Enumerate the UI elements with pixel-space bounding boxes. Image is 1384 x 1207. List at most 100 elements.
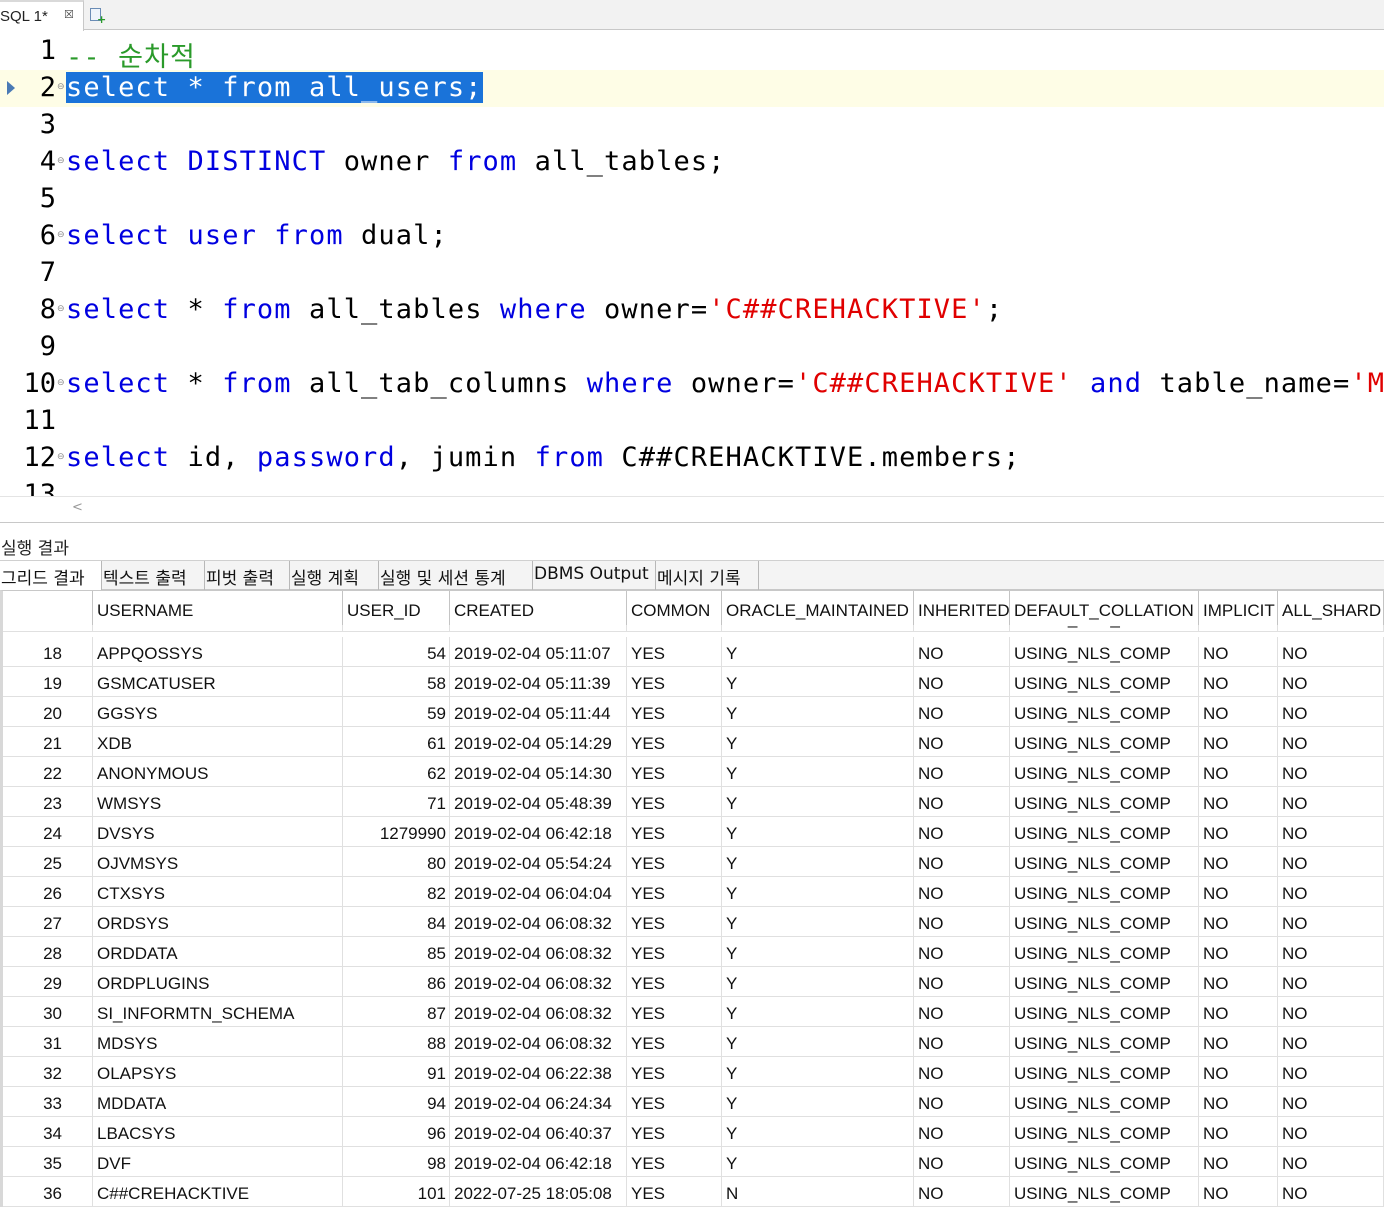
- table-row[interactable]: 34 LBACSYS 96 2019-02-04 06:40:37 YES Y NO USIN…: [3, 1117, 1384, 1147]
- code-text[interactable]: select * from all_users;: [66, 72, 483, 103]
- cell-common[interactable]: YES: [627, 757, 722, 787]
- code-line[interactable]: 3: [0, 107, 1384, 144]
- column-header-implicit[interactable]: IMPLICIT: [1199, 591, 1278, 625]
- cell-common[interactable]: YES: [627, 1027, 722, 1057]
- cell-row-number[interactable]: 32: [3, 1057, 93, 1087]
- cell-inherited[interactable]: NO: [914, 1177, 1010, 1207]
- cell-row-number[interactable]: 33: [3, 1087, 93, 1117]
- tab-sql-1[interactable]: SQL 1* ☒: [0, 0, 84, 31]
- column-header-username[interactable]: USERNAME: [93, 591, 343, 625]
- cell-default-collation[interactable]: USING_NLS_COMP: [1010, 1057, 1199, 1087]
- cell-created[interactable]: 2019-02-04 06:22:38: [450, 1057, 627, 1087]
- cell-default-collation[interactable]: USING_NLS_COMP: [1010, 787, 1199, 817]
- table-row[interactable]: 27 ORDSYS 84 2019-02-04 06:08:32 YES Y NO USING…: [3, 907, 1384, 937]
- cell-default-collation[interactable]: USING_NLS_COMP: [1010, 637, 1199, 667]
- cell-common[interactable]: YES: [627, 1087, 722, 1117]
- cell-default-collation[interactable]: USING_NLS_COMP: [1010, 817, 1199, 847]
- column-header-created[interactable]: CREATED: [450, 591, 627, 625]
- column-header-default-collation[interactable]: DEFAULT_COLLATION: [1010, 591, 1199, 625]
- cell-row-number[interactable]: 36: [3, 1177, 93, 1207]
- cell-user-id[interactable]: 1279990: [343, 817, 450, 847]
- cell-username[interactable]: ORDPLUGINS: [93, 967, 343, 997]
- result-tab[interactable]: 텍스트 출력: [102, 561, 205, 590]
- cell-inherited[interactable]: NO: [914, 697, 1010, 727]
- cell-default-collation[interactable]: USING_NLS_COMP: [1010, 727, 1199, 757]
- cell-created[interactable]: 2019-02-04 05:11:39: [450, 667, 627, 697]
- cell-all-shard[interactable]: NO: [1278, 1087, 1384, 1117]
- cell-row-number[interactable]: 25: [3, 847, 93, 877]
- cell-inherited[interactable]: NO: [914, 1087, 1010, 1117]
- cell-implicit[interactable]: NO: [1199, 907, 1278, 937]
- cell-all-shard[interactable]: NO: [1278, 727, 1384, 757]
- cell-implicit[interactable]: NO: [1199, 877, 1278, 907]
- cell-created[interactable]: 2022-07-25 18:05:08: [450, 1177, 627, 1207]
- cell-common[interactable]: YES: [627, 727, 722, 757]
- cell-oracle-maintained[interactable]: Y: [722, 907, 914, 937]
- cell-implicit[interactable]: NO: [1199, 637, 1278, 667]
- cell-user-id[interactable]: 59: [343, 697, 450, 727]
- cell-common[interactable]: YES: [627, 937, 722, 967]
- sql-editor[interactable]: 1 -- 순차적 2 ⊖ select * from all_users; 3 4 ⊖ sele…: [0, 31, 1384, 496]
- cell-oracle-maintained[interactable]: N: [722, 1177, 914, 1207]
- cell-common[interactable]: YES: [627, 877, 722, 907]
- code-line[interactable]: 10 ⊖ select * from all_tab_columns where o…: [0, 366, 1384, 403]
- column-header-all-shard[interactable]: ALL_SHARD: [1278, 591, 1384, 625]
- cell-implicit[interactable]: NO: [1199, 757, 1278, 787]
- cell-username[interactable]: CTXSYS: [93, 877, 343, 907]
- code-line[interactable]: 4 ⊖ select DISTINCT owner from all_tables;: [0, 144, 1384, 181]
- column-header-user-id[interactable]: USER_ID: [343, 591, 450, 625]
- cell-default-collation[interactable]: USING_NLS_COMP: [1010, 907, 1199, 937]
- code-text[interactable]: -- 순차적: [66, 35, 196, 74]
- table-row[interactable]: 28 ORDDATA 85 2019-02-04 06:08:32 YES Y NO USIN…: [3, 937, 1384, 967]
- cell-row-number[interactable]: 18: [3, 637, 93, 667]
- cell-common[interactable]: YES: [627, 967, 722, 997]
- code-text[interactable]: select DISTINCT owner from all_tables;: [66, 146, 726, 177]
- cell-inherited[interactable]: NO: [914, 637, 1010, 667]
- table-row[interactable]: 23 WMSYS 71 2019-02-04 05:48:39 YES Y NO USING_…: [3, 787, 1384, 817]
- cell-implicit[interactable]: NO: [1199, 1177, 1278, 1207]
- cell-oracle-maintained[interactable]: Y: [722, 787, 914, 817]
- cell-all-shard[interactable]: NO: [1278, 1177, 1384, 1207]
- code-line[interactable]: 6 ⊖ select user from dual;: [0, 218, 1384, 255]
- cell-user-id[interactable]: 54: [343, 637, 450, 667]
- cell-user-id[interactable]: 80: [343, 847, 450, 877]
- cell-created[interactable]: 2019-02-04 06:08:32: [450, 907, 627, 937]
- fold-icon[interactable]: ⊖: [57, 156, 65, 166]
- cell-implicit[interactable]: NO: [1199, 1147, 1278, 1177]
- table-row[interactable]: 22 ANONYMOUS 62 2019-02-04 05:14:30 YES Y NO US…: [3, 757, 1384, 787]
- cell-default-collation[interactable]: USING_NLS_COMP: [1010, 1027, 1199, 1057]
- cell-row-number[interactable]: 19: [3, 667, 93, 697]
- fold-icon[interactable]: ⊖: [57, 452, 65, 462]
- cell-oracle-maintained[interactable]: Y: [722, 997, 914, 1027]
- cell-oracle-maintained[interactable]: Y: [722, 937, 914, 967]
- cell-username[interactable]: GGSYS: [93, 697, 343, 727]
- code-line[interactable]: 12 ⊖ select id, password, jumin from C##CR…: [0, 440, 1384, 477]
- cell-implicit[interactable]: NO: [1199, 967, 1278, 997]
- cell-user-id[interactable]: 82: [343, 877, 450, 907]
- cell-common[interactable]: YES: [627, 997, 722, 1027]
- cell-created[interactable]: 2019-02-04 06:08:32: [450, 1027, 627, 1057]
- cell-user-id[interactable]: 101: [343, 1177, 450, 1207]
- cell-default-collation[interactable]: USING_NLS_COMP: [1010, 877, 1199, 907]
- cell-implicit[interactable]: NO: [1199, 697, 1278, 727]
- cell-inherited[interactable]: NO: [914, 787, 1010, 817]
- cell-common[interactable]: YES: [627, 667, 722, 697]
- code-line[interactable]: 13: [0, 477, 1384, 496]
- cell-user-id[interactable]: 98: [343, 1147, 450, 1177]
- cell-row-number[interactable]: 22: [3, 757, 93, 787]
- cell-row-number[interactable]: 20: [3, 697, 93, 727]
- table-row[interactable]: 26 CTXSYS 82 2019-02-04 06:04:04 YES Y NO USING…: [3, 877, 1384, 907]
- cell-oracle-maintained[interactable]: Y: [722, 1117, 914, 1147]
- fold-icon[interactable]: ⊖: [57, 378, 65, 388]
- cell-row-number[interactable]: 35: [3, 1147, 93, 1177]
- result-tab[interactable]: DBMS Output: [533, 561, 656, 590]
- cell-user-id[interactable]: 88: [343, 1027, 450, 1057]
- cell-created[interactable]: 2019-02-04 06:08:32: [450, 967, 627, 997]
- cell-inherited[interactable]: NO: [914, 727, 1010, 757]
- cell-username[interactable]: GSMCATUSER: [93, 667, 343, 697]
- table-row[interactable]: 18 APPQOSSYS 54 2019-02-04 05:11:07 YES Y NO US…: [3, 637, 1384, 667]
- cell-all-shard[interactable]: NO: [1278, 937, 1384, 967]
- cell-all-shard[interactable]: NO: [1278, 667, 1384, 697]
- cell-implicit[interactable]: NO: [1199, 727, 1278, 757]
- cell-all-shard[interactable]: NO: [1278, 1057, 1384, 1087]
